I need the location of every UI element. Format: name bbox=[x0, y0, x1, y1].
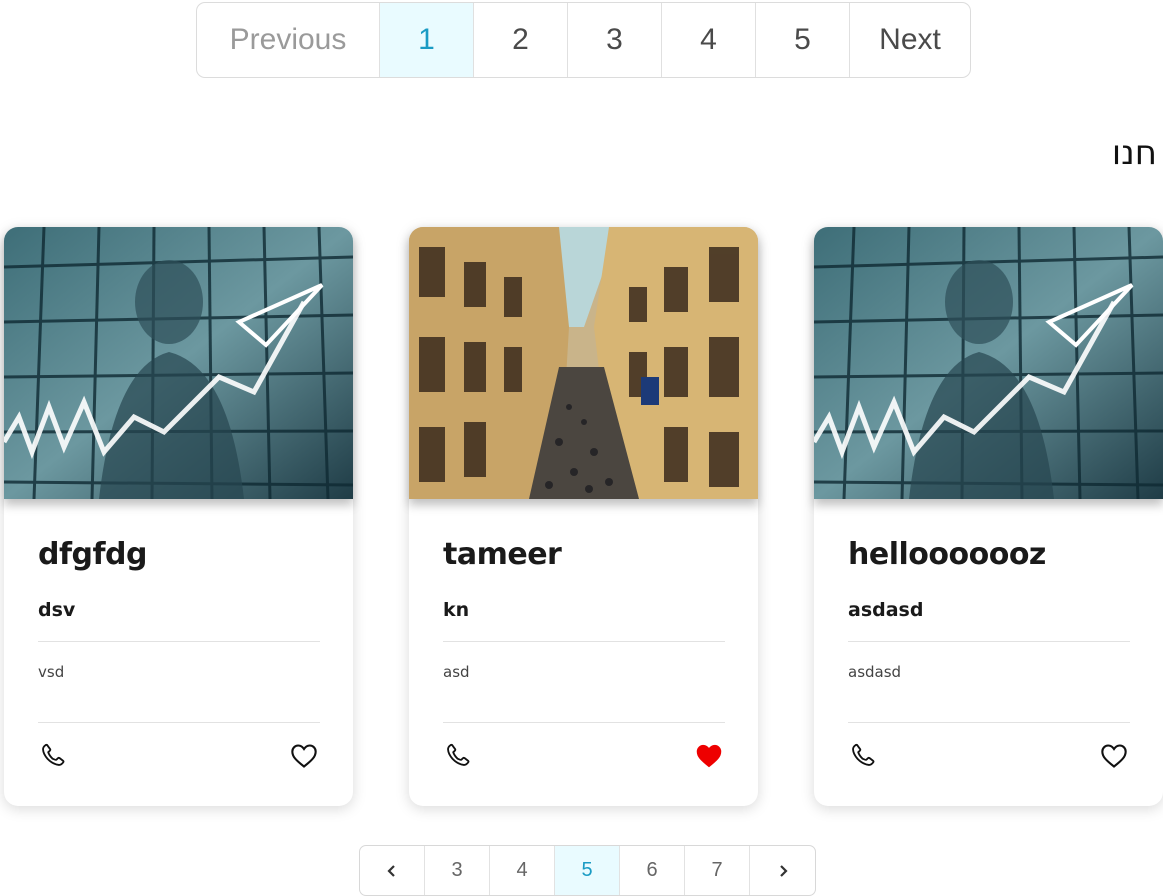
card-description: asdasd bbox=[848, 663, 902, 681]
phone-icon[interactable] bbox=[445, 742, 471, 768]
page-button-4[interactable]: 4 bbox=[662, 3, 756, 77]
section-title: חנו bbox=[1111, 133, 1157, 173]
business-card[interactable]: hellooooooz asdasd asdasd bbox=[814, 227, 1163, 806]
divider bbox=[443, 722, 725, 723]
page-button-7[interactable]: 7 bbox=[685, 846, 750, 895]
card-description: vsd bbox=[38, 663, 65, 681]
page-button-5[interactable]: 5 bbox=[756, 3, 850, 77]
card-image bbox=[4, 227, 353, 499]
card-subtitle: kn bbox=[443, 599, 470, 621]
page-button-3[interactable]: 3 bbox=[568, 3, 662, 77]
heart-icon[interactable] bbox=[290, 743, 318, 769]
chevron-right-icon bbox=[779, 864, 788, 877]
page-button-2[interactable]: 2 bbox=[474, 3, 568, 77]
heart-filled-icon[interactable] bbox=[695, 743, 723, 769]
divider bbox=[38, 722, 320, 723]
card-image bbox=[814, 227, 1163, 499]
page-button-6[interactable]: 6 bbox=[620, 846, 685, 895]
card-subtitle: dsv bbox=[38, 599, 76, 621]
previous-page-button[interactable] bbox=[360, 846, 425, 895]
card-description: asd bbox=[443, 663, 470, 681]
business-card[interactable]: tameer kn asd bbox=[409, 227, 758, 806]
page-button-3[interactable]: 3 bbox=[425, 846, 490, 895]
heart-icon[interactable] bbox=[1100, 743, 1128, 769]
next-page-button[interactable] bbox=[750, 846, 815, 895]
divider bbox=[38, 641, 320, 642]
pagination-top: Previous 1 2 3 4 5 Next bbox=[196, 2, 971, 78]
phone-icon[interactable] bbox=[40, 742, 66, 768]
page-button-4[interactable]: 4 bbox=[490, 846, 555, 895]
stock-chart-image bbox=[814, 227, 1163, 499]
previous-page-button[interactable]: Previous bbox=[197, 3, 380, 77]
divider bbox=[848, 722, 1130, 723]
pagination-bottom: 3 4 5 6 7 bbox=[359, 845, 816, 896]
business-card[interactable]: dfgfdg dsv vsd bbox=[4, 227, 353, 806]
card-title: hellooooooz bbox=[848, 537, 1046, 572]
phone-icon[interactable] bbox=[850, 742, 876, 768]
card-image bbox=[409, 227, 758, 499]
card-title: dfgfdg bbox=[38, 537, 148, 572]
divider bbox=[848, 641, 1130, 642]
stock-chart-image bbox=[4, 227, 353, 499]
next-page-button[interactable]: Next bbox=[850, 3, 970, 77]
page-button-5[interactable]: 5 bbox=[555, 846, 620, 895]
divider bbox=[443, 641, 725, 642]
page-button-1[interactable]: 1 bbox=[380, 3, 474, 77]
street-image bbox=[409, 227, 758, 499]
card-list: dfgfdg dsv vsd tameer kn asd hellooooooz… bbox=[4, 227, 1163, 807]
card-subtitle: asdasd bbox=[848, 599, 924, 621]
chevron-left-icon bbox=[387, 864, 395, 877]
card-title: tameer bbox=[443, 537, 562, 572]
